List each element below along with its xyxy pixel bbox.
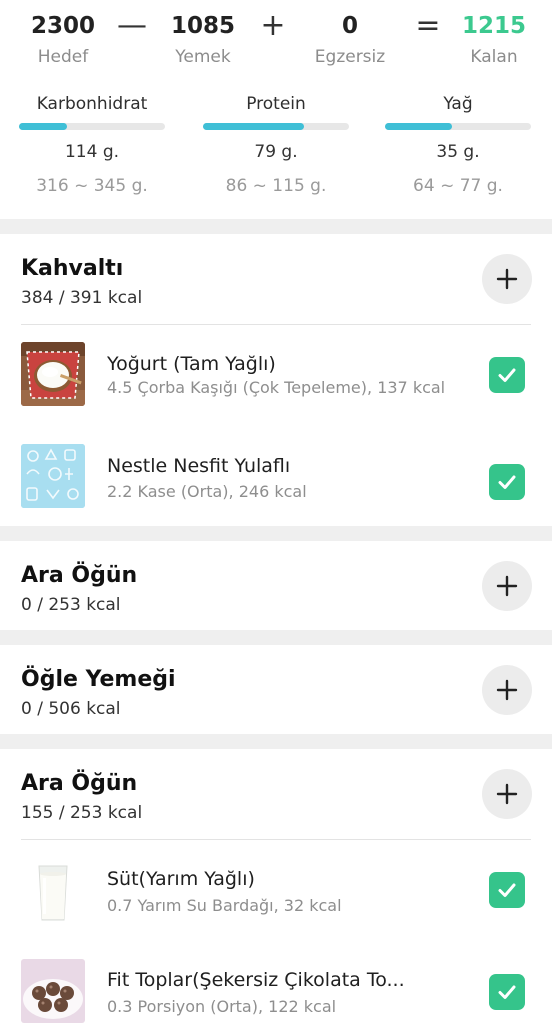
macro-carbs: Karbonhidrat 114 g. 316 ~ 345 g. <box>17 92 167 198</box>
meal-lunch: Öğle Yemeği 0 / 506 kcal <box>0 645 552 734</box>
placeholder-food-pattern-icon <box>21 444 85 508</box>
progress-fill <box>385 123 453 130</box>
macro-range: 86 ~ 115 g. <box>225 176 327 196</box>
yogurt-photo-icon <box>21 342 85 406</box>
plus-icon <box>496 783 518 805</box>
eaten-checkbox[interactable] <box>489 464 525 500</box>
goal-value: 2300 <box>30 13 95 39</box>
checkmark-icon <box>498 368 516 382</box>
exercise-label: Egzersiz <box>314 47 386 67</box>
plus-icon <box>496 268 518 290</box>
chocolate-balls-photo-icon <box>21 959 85 1023</box>
food-calories: 1085 Yemek <box>163 12 243 68</box>
meal-title: Kahvaltı <box>21 256 124 281</box>
goal-label: Hedef <box>37 47 89 67</box>
meal-kcal: 0 / 253 kcal <box>21 595 121 615</box>
food-item[interactable]: Yoğurt (Tam Yağlı) 4.5 Çorba Kaşığı (Çok… <box>0 325 552 441</box>
meal-kcal: 0 / 506 kcal <box>21 699 121 719</box>
meal-snack-1: Ara Öğün 0 / 253 kcal <box>0 541 552 630</box>
food-description: 0.3 Porsiyon (Orta), 122 kcal <box>107 997 337 1016</box>
food-name: Fit Toplar(Şekersiz Çikolata To... <box>107 969 405 991</box>
meal-title: Ara Öğün <box>21 563 138 588</box>
meal-header: Ara Öğün 155 / 253 kcal <box>0 749 552 840</box>
eaten-checkbox[interactable] <box>489 872 525 908</box>
macro-range: 316 ~ 345 g. <box>36 176 148 196</box>
eaten-checkbox[interactable] <box>489 357 525 393</box>
meal-header: Öğle Yemeği 0 / 506 kcal <box>0 645 552 735</box>
food-name: Yoğurt (Tam Yağlı) <box>107 353 276 375</box>
meal-kcal: 384 / 391 kcal <box>21 288 143 308</box>
macro-amount: 114 g. <box>64 142 120 162</box>
food-value: 1085 <box>170 13 235 39</box>
macro-fat: Yağ 35 g. 64 ~ 77 g. <box>383 92 533 198</box>
food-description: 2.2 Kase (Orta), 246 kcal <box>107 482 307 501</box>
macro-range: 64 ~ 77 g. <box>413 176 503 196</box>
milk-glass-photo-icon <box>21 862 85 926</box>
meal-title: Ara Öğün <box>21 771 138 796</box>
food-item[interactable]: Fit Toplar(Şekersiz Çikolata To... 0.3 P… <box>0 941 552 1024</box>
add-food-button[interactable] <box>482 254 532 304</box>
checkmark-icon <box>498 883 516 897</box>
add-food-button[interactable] <box>482 769 532 819</box>
exercise-calories: 0 Egzersiz <box>305 12 395 68</box>
equals-sign: = <box>415 8 441 43</box>
progress-bar <box>203 123 349 130</box>
plus-icon <box>496 575 518 597</box>
macro-name: Karbonhidrat <box>36 94 148 114</box>
meal-header: Ara Öğün 0 / 253 kcal <box>0 541 552 631</box>
add-food-button[interactable] <box>482 561 532 611</box>
meal-title: Öğle Yemeği <box>21 667 176 692</box>
calorie-summary: 2300 Hedef — 1085 Yemek + 0 Egzersiz = 1… <box>0 0 552 219</box>
progress-bar <box>385 123 531 130</box>
macro-amount: 79 g. <box>254 142 298 162</box>
food-label: Yemek <box>175 47 231 67</box>
meal-header: Kahvaltı 384 / 391 kcal <box>0 234 552 325</box>
minus-sign: — <box>117 8 147 43</box>
food-name: Süt(Yarım Yağlı) <box>107 868 255 890</box>
eaten-checkbox[interactable] <box>489 974 525 1010</box>
meal-snack-2: Ara Öğün 155 / 253 kcal Süt(Yarım Yağlı)… <box>0 749 552 1024</box>
meal-breakfast: Kahvaltı 384 / 391 kcal Yoğurt (Tam Yağl… <box>0 234 552 526</box>
meal-kcal: 155 / 253 kcal <box>21 803 143 823</box>
remaining-value: 1215 <box>461 13 526 39</box>
macro-protein: Protein 79 g. 86 ~ 115 g. <box>201 92 351 198</box>
goal-calories: 2300 Hedef <box>28 12 98 68</box>
checkmark-icon <box>498 475 516 489</box>
macro-name: Yağ <box>443 94 473 114</box>
macro-amount: 35 g. <box>436 142 480 162</box>
plus-icon <box>496 679 518 701</box>
progress-bar <box>19 123 165 130</box>
remaining-label: Kalan <box>470 47 518 67</box>
plus-sign: + <box>260 8 286 43</box>
food-item[interactable]: Süt(Yarım Yağlı) 0.7 Yarım Su Bardağı, 3… <box>0 840 552 941</box>
progress-fill <box>203 123 304 130</box>
food-description: 0.7 Yarım Su Bardağı, 32 kcal <box>107 896 342 915</box>
exercise-value: 0 <box>341 13 358 39</box>
macro-name: Protein <box>246 94 306 114</box>
checkmark-icon <box>498 985 516 999</box>
food-description: 4.5 Çorba Kaşığı (Çok Tepeleme), 137 kca… <box>107 378 446 397</box>
food-name: Nestle Nesfit Yulaflı <box>107 455 291 477</box>
remaining-calories: 1215 Kalan <box>458 12 530 68</box>
food-item[interactable]: Nestle Nesfit Yulaflı 2.2 Kase (Orta), 2… <box>0 441 552 526</box>
add-food-button[interactable] <box>482 665 532 715</box>
progress-fill <box>19 123 68 130</box>
